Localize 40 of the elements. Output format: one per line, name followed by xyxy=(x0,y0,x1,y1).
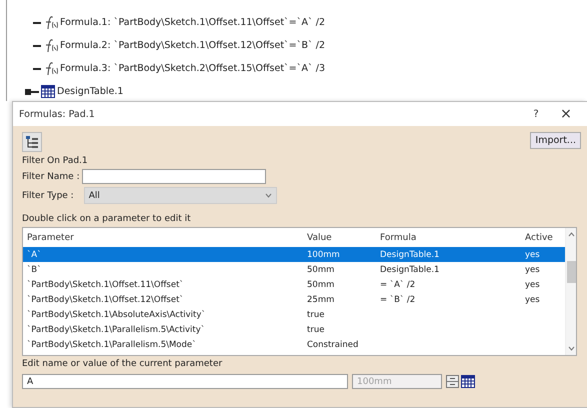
filter-name-label: Filter Name : xyxy=(22,172,80,182)
scroll-up-icon[interactable] xyxy=(568,232,574,237)
table-icon[interactable] xyxy=(461,375,475,388)
edit-label: Edit name or value of the current parameter xyxy=(22,359,222,369)
table-row[interactable]: `PartBody\Sketch.1\Offset.12\Offset` 25mm = `B` /2 yes xyxy=(23,292,565,307)
tree-item[interactable]: Formula.1: `PartBody\Sketch.1\Offset.11\Offset`=`A` /2 xyxy=(60,17,326,28)
name-field[interactable]: A xyxy=(22,374,348,389)
parameter-tree-button[interactable] xyxy=(22,132,42,152)
filter-type-label: Filter Type : xyxy=(22,190,74,200)
filter-caption: Filter On Pad.1 xyxy=(22,156,88,166)
spinner-icon[interactable] xyxy=(446,375,459,388)
table-row[interactable]: `PartBody\Sketch.1\AbsoluteAxis\Activity` true xyxy=(23,307,565,322)
tree-item[interactable]: Formula.3: `PartBody\Sketch.2\Offset.15\Offset`=`A` /3 xyxy=(60,63,326,74)
table-icon xyxy=(41,85,55,98)
filter-name-field[interactable] xyxy=(82,169,266,184)
tree-item[interactable]: DesignTable.1 xyxy=(57,86,124,97)
table-row[interactable]: `B` 50mm DesignTable.1 yes xyxy=(23,262,565,277)
filter-type-dropdown[interactable]: All xyxy=(84,187,277,204)
scroll-down-icon[interactable] xyxy=(568,346,574,351)
table-row[interactable]: `PartBody\Sketch.1\Parallelism.5\Mode` Constrained xyxy=(23,337,565,352)
table-row[interactable]: `PartBody\Sketch.1\Offset.11\Offset` 50mm = `A` /2 yes xyxy=(23,277,565,292)
column-header[interactable]: Parameter xyxy=(27,232,307,242)
expand-icon[interactable] xyxy=(25,88,39,96)
help-button[interactable]: ? xyxy=(521,108,551,120)
table-hint: Double click on a parameter to edit it xyxy=(22,214,191,224)
column-header[interactable]: Value xyxy=(307,232,380,242)
import-button[interactable]: Import... xyxy=(530,132,581,149)
close-button[interactable]: × xyxy=(551,106,581,122)
formula-icon xyxy=(43,38,58,53)
tree-item[interactable]: Formula.2: `PartBody\Sketch.1\Offset.12\Offset`=`B` /2 xyxy=(60,40,326,51)
table-row[interactable]: `A` 100mm DesignTable.1 yes xyxy=(23,247,565,262)
formula-icon xyxy=(43,61,58,76)
dialog-title: Formulas: Pad.1 xyxy=(19,108,96,120)
formula-icon xyxy=(43,15,58,30)
chevron-down-icon[interactable] xyxy=(264,193,272,198)
column-header[interactable]: Formula xyxy=(380,232,525,242)
table-row[interactable]: `PartBody\Sketch.1\Parallelism.5\Activity` true xyxy=(23,322,565,337)
scrollbar-thumb[interactable] xyxy=(566,260,576,282)
parameter-tree-icon xyxy=(25,134,39,150)
column-header[interactable]: Active xyxy=(525,232,565,242)
